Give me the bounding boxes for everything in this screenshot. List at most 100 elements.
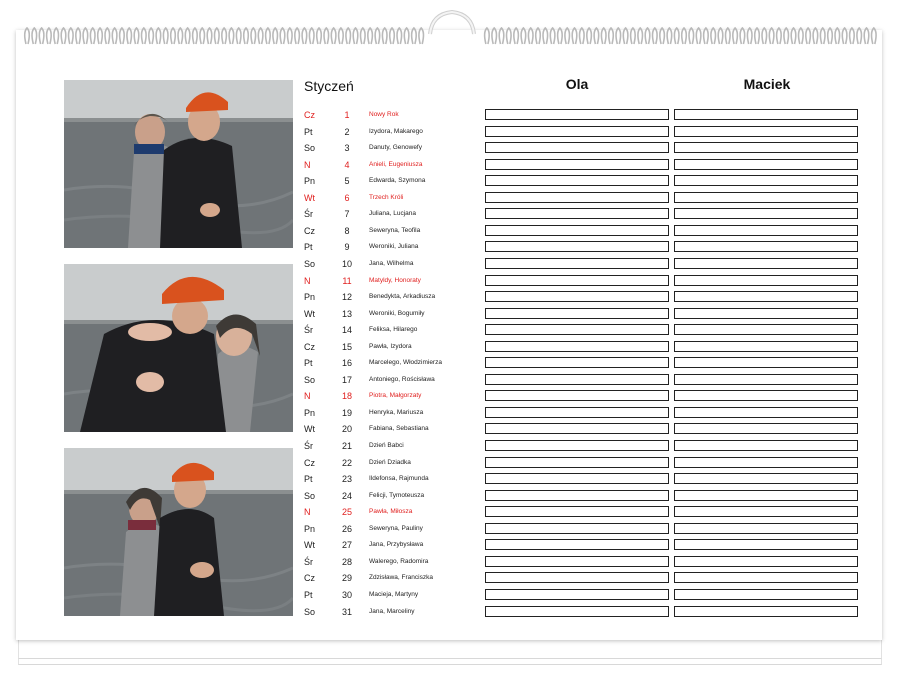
note-box-maciek[interactable] xyxy=(674,208,858,220)
weekday-label: Cz xyxy=(304,225,315,236)
day-number: 19 xyxy=(341,407,352,418)
note-box-ola[interactable] xyxy=(485,307,669,319)
note-box-maciek[interactable] xyxy=(674,373,858,385)
note-box-ola[interactable] xyxy=(485,440,669,451)
note-box-ola[interactable] xyxy=(485,324,669,336)
nameday-label: Fabiana, Sebastiana xyxy=(369,425,429,433)
note-box-ola[interactable] xyxy=(485,158,669,170)
note-box-maciek[interactable] xyxy=(674,522,858,534)
note-box-ola[interactable] xyxy=(485,555,669,567)
nameday-label: Trzech Króli xyxy=(369,193,404,201)
note-box-ola[interactable] xyxy=(485,522,669,534)
nameday-label: Benedykta, Arkadiusza xyxy=(369,293,436,301)
note-box-maciek[interactable] xyxy=(674,539,858,551)
note-box-ola[interactable] xyxy=(485,357,669,369)
note-box-maciek[interactable] xyxy=(674,473,858,485)
weekday-label: Wt xyxy=(304,192,315,203)
note-box-maciek[interactable] xyxy=(674,440,858,451)
nameday-label: Seweryna, Pauliny xyxy=(369,524,423,532)
note-box-ola[interactable] xyxy=(485,291,669,303)
weekday-label: Pn xyxy=(304,292,316,303)
weekday-label: So xyxy=(304,490,316,501)
nameday-label: Weroniki, Bogumiły xyxy=(369,309,425,317)
note-box-maciek[interactable] xyxy=(674,456,858,468)
day-number: 21 xyxy=(341,441,352,451)
person-name-2: Maciek xyxy=(743,76,791,92)
note-box-maciek[interactable] xyxy=(674,241,858,253)
note-box-maciek[interactable] xyxy=(674,258,858,269)
note-box-maciek[interactable] xyxy=(674,191,858,203)
weekday-label: Śr xyxy=(304,556,313,567)
note-box-maciek[interactable] xyxy=(674,291,858,303)
note-box-ola[interactable] xyxy=(485,224,669,236)
nameday-label: Henryka, Mariusza xyxy=(369,408,424,416)
note-box-ola[interactable] xyxy=(485,423,669,435)
note-box-ola[interactable] xyxy=(485,258,669,269)
note-box-ola[interactable] xyxy=(485,406,669,418)
nameday-label: Izydora, Makarego xyxy=(369,127,423,135)
note-box-maciek[interactable] xyxy=(674,109,858,120)
nameday-label: Nowy Rok xyxy=(369,111,399,118)
note-box-maciek[interactable] xyxy=(674,274,858,286)
note-box-maciek[interactable] xyxy=(674,307,858,319)
day-number: 29 xyxy=(341,573,352,584)
note-box-ola[interactable] xyxy=(485,142,669,154)
note-box-maciek[interactable] xyxy=(674,423,858,435)
note-box-maciek[interactable] xyxy=(674,555,858,567)
note-box-maciek[interactable] xyxy=(674,406,858,418)
note-box-ola[interactable] xyxy=(485,605,669,617)
note-box-ola[interactable] xyxy=(485,506,669,518)
day-number: 8 xyxy=(344,225,350,236)
note-box-ola[interactable] xyxy=(485,241,669,253)
day-number: 18 xyxy=(341,391,352,402)
weekday-label: Pn xyxy=(304,523,316,534)
note-box-ola[interactable] xyxy=(485,274,669,286)
nameday-label: Macieja, Martyny xyxy=(369,591,419,598)
note-box-ola[interactable] xyxy=(485,125,669,137)
weekday-label: Cz xyxy=(304,457,315,468)
photo-couple-3 xyxy=(64,448,293,616)
nameday-label: Felicji, Tymoteusza xyxy=(369,491,425,499)
day-number: 27 xyxy=(341,540,352,551)
weekday-label: Wt xyxy=(304,540,315,551)
note-box-maciek[interactable] xyxy=(674,390,858,402)
note-box-maciek[interactable] xyxy=(674,605,858,617)
note-box-ola[interactable] xyxy=(485,373,669,385)
note-box-maciek[interactable] xyxy=(674,340,858,352)
day-number: 30 xyxy=(341,590,352,600)
note-box-maciek[interactable] xyxy=(674,324,858,336)
note-box-ola[interactable] xyxy=(485,489,669,501)
note-box-ola[interactable] xyxy=(485,208,669,220)
note-box-maciek[interactable] xyxy=(674,224,858,236)
nameday-label: Weroniki, Juliana xyxy=(369,243,419,251)
note-box-maciek[interactable] xyxy=(674,572,858,584)
note-box-maciek[interactable] xyxy=(674,357,858,369)
note-box-maciek[interactable] xyxy=(674,489,858,501)
note-box-ola[interactable] xyxy=(485,191,669,203)
weekday-label: Pt xyxy=(304,126,313,137)
note-box-ola[interactable] xyxy=(485,390,669,402)
photo-couple-1 xyxy=(64,80,293,248)
note-box-maciek[interactable] xyxy=(674,589,858,600)
note-box-ola[interactable] xyxy=(485,175,669,187)
day-number: 2 xyxy=(344,126,350,137)
nameday-label: Antoniego, Rościsława xyxy=(369,375,435,383)
nameday-label: Zdzisława, Franciszka xyxy=(369,574,433,582)
note-box-maciek[interactable] xyxy=(674,506,858,518)
note-box-ola[interactable] xyxy=(485,589,669,600)
note-box-ola[interactable] xyxy=(485,572,669,584)
note-box-ola[interactable] xyxy=(485,340,669,352)
weekday-label: Śr xyxy=(304,209,313,220)
note-box-maciek[interactable] xyxy=(674,142,858,154)
nameday-label: Piotra, Małgorzaty xyxy=(369,392,422,400)
note-box-ola[interactable] xyxy=(485,456,669,468)
note-box-maciek[interactable] xyxy=(674,158,858,170)
note-box-maciek[interactable] xyxy=(674,125,858,137)
note-box-ola[interactable] xyxy=(485,109,669,120)
note-box-ola[interactable] xyxy=(485,473,669,485)
nameday-label: Juliana, Lucjana xyxy=(369,210,416,218)
nameday-label: Pawła, Miłosza xyxy=(369,508,413,516)
note-box-ola[interactable] xyxy=(485,539,669,551)
note-box-maciek[interactable] xyxy=(674,175,858,187)
photo-couple-2 xyxy=(64,264,293,432)
